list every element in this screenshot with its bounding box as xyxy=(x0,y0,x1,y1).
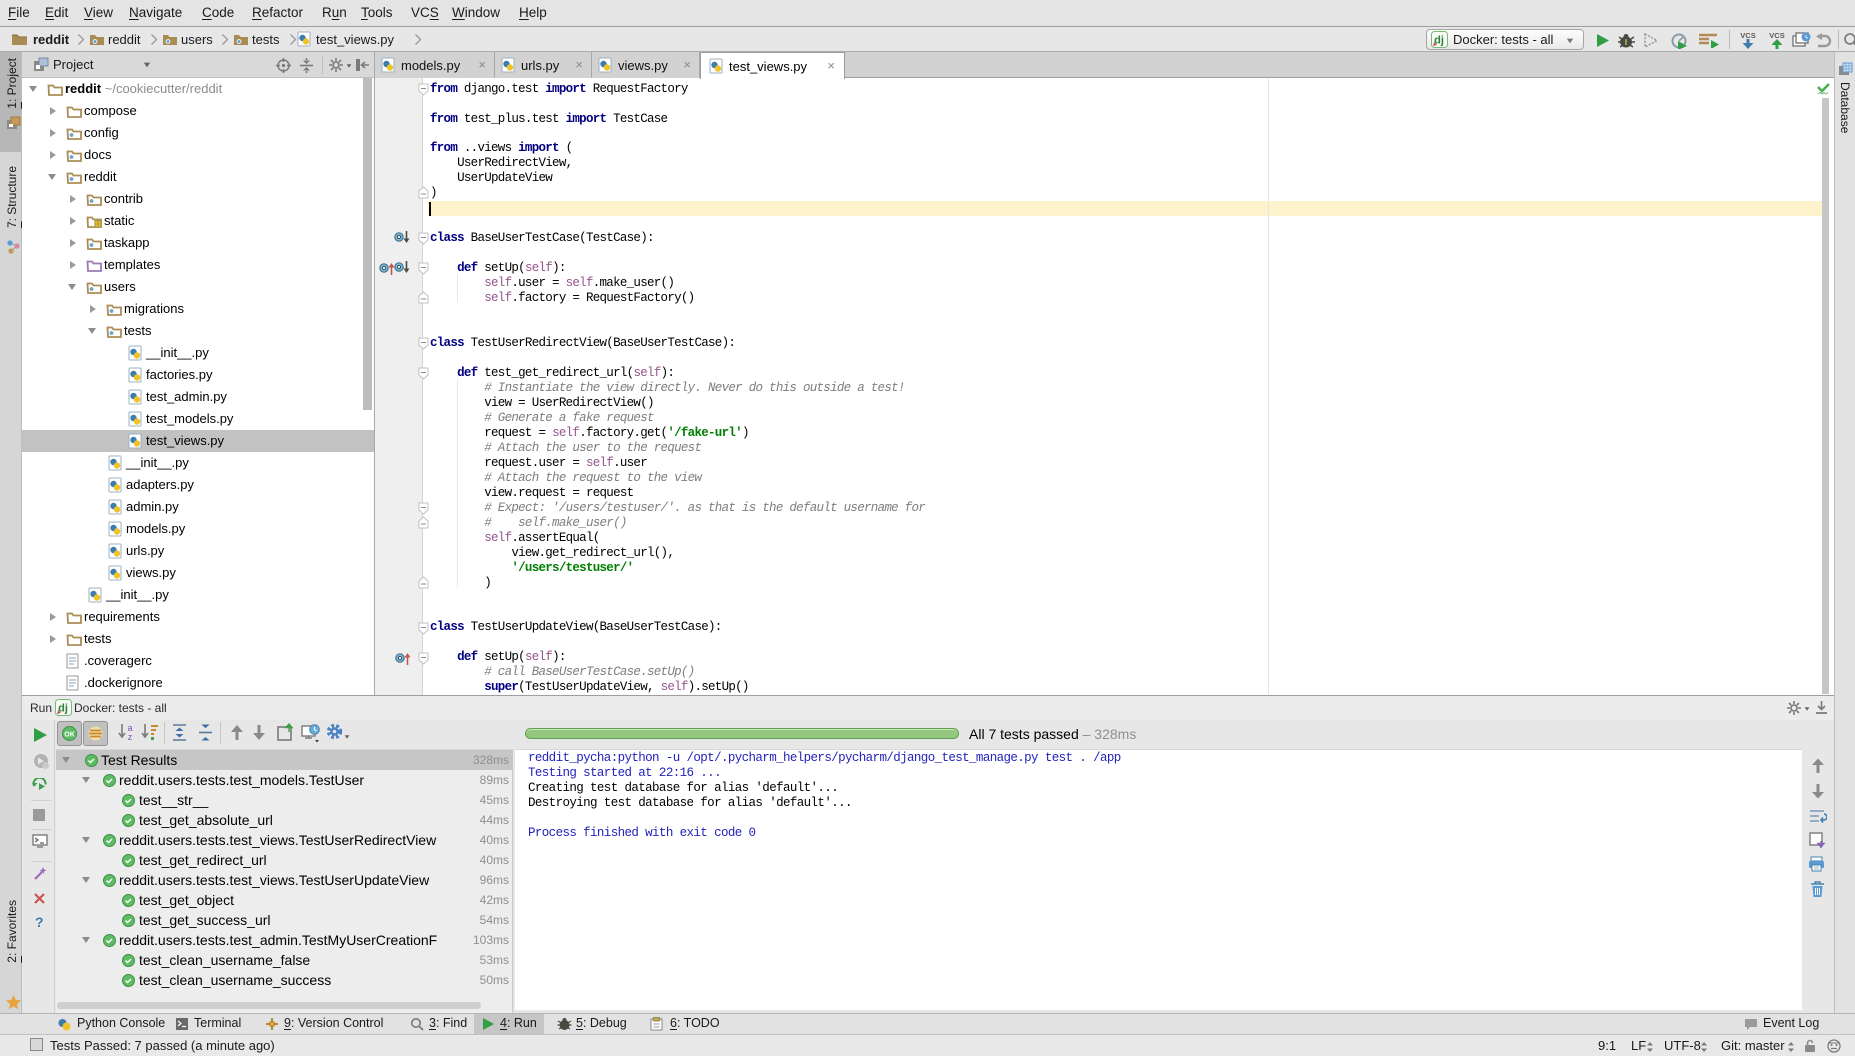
svg-text:VCS: VCS xyxy=(1740,31,1755,40)
svg-text:OK: OK xyxy=(64,732,75,739)
svg-text:VCS: VCS xyxy=(1769,31,1784,40)
svg-text:z: z xyxy=(128,732,133,741)
